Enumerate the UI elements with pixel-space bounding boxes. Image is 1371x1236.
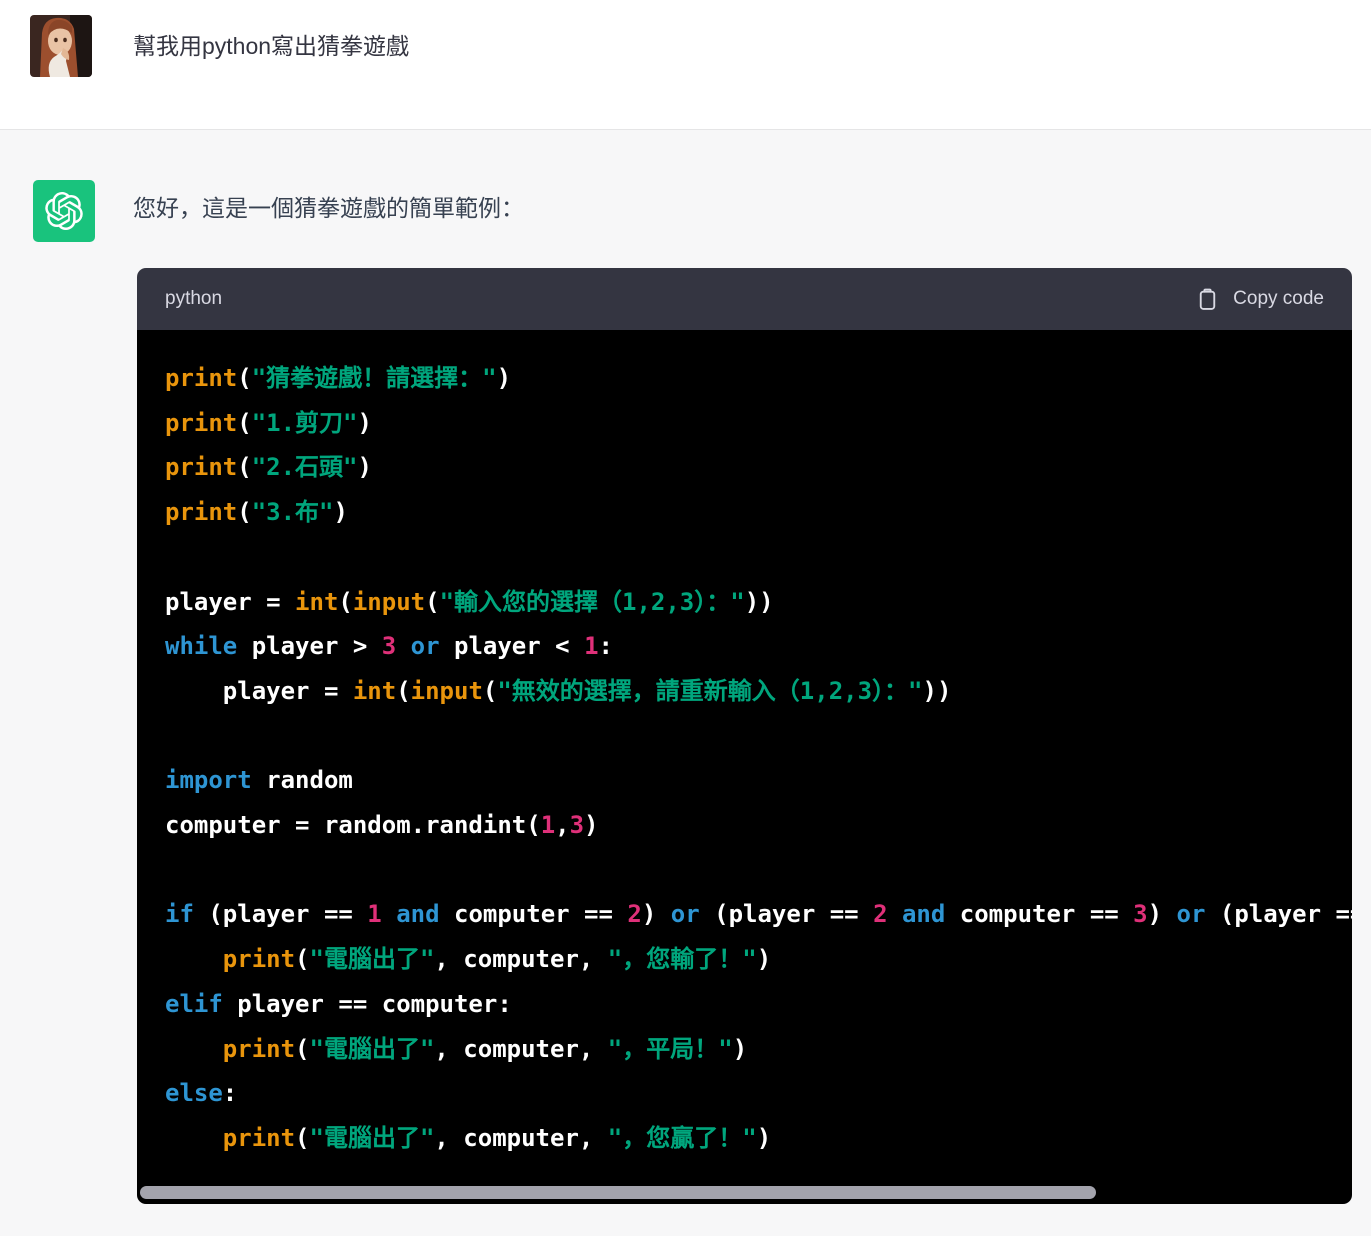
code-content: print("猜拳遊戲！請選擇：") print("1.剪刀") print("2.…: [165, 356, 1352, 1161]
code-line: print("3.布"): [165, 498, 348, 527]
code-line: print("電腦出了", computer, "，您贏了！"): [222, 1123, 772, 1152]
code-line: while player > 3 or player < 1:: [165, 632, 613, 661]
code-line: player = int(input("無效的選擇，請重新輸入（1,2,3）："…: [165, 676, 952, 705]
code-line: player = int(input("輸入您的選擇（1,2,3）：")): [165, 587, 774, 616]
code-line: print("2.石頭"): [165, 453, 372, 482]
code-line: print("電腦出了", computer, "，您輸了！"): [222, 945, 772, 974]
code-area: print("猜拳遊戲！請選擇：") print("1.剪刀") print("2.…: [137, 330, 1352, 1204]
code-line: elif player == computer:: [165, 989, 512, 1018]
openai-logo-icon: [45, 192, 83, 230]
copy-code-label: Copy code: [1233, 288, 1324, 309]
copy-code-button[interactable]: Copy code: [1195, 287, 1324, 312]
code-block: python Copy code print("猜拳遊戲！請選擇：") print…: [137, 268, 1352, 1204]
code-line: else:: [165, 1079, 238, 1108]
chatgpt-avatar: [33, 180, 95, 242]
user-photo: [30, 15, 92, 77]
user-avatar: [30, 15, 92, 77]
assistant-message-text: 您好，這是一個猜拳遊戲的簡單範例：: [133, 195, 524, 221]
assistant-message-section: 您好，這是一個猜拳遊戲的簡單範例： python Copy code print…: [0, 130, 1371, 1236]
horizontal-scrollbar-thumb[interactable]: [140, 1185, 1096, 1199]
code-line: print("電腦出了", computer, "，平局！"): [222, 1034, 748, 1063]
user-message-row: 幫我用python寫出猜拳遊戲: [0, 0, 1371, 130]
code-line: import random: [165, 766, 353, 795]
assistant-message-row: 您好，這是一個猜拳遊戲的簡單範例：: [0, 180, 1371, 242]
code-block-header: python Copy code: [137, 268, 1352, 330]
code-line: computer = random.randint(1,3): [165, 811, 599, 839]
user-message-text: 幫我用python寫出猜拳遊戲: [133, 33, 410, 59]
code-line: if (player == 1 and computer == 2) or (p…: [165, 900, 1352, 929]
code-language-label: python: [165, 288, 223, 309]
code-line: print("1.剪刀"): [165, 408, 372, 437]
code-line: print("猜拳遊戲！請選擇："): [165, 364, 512, 392]
clipboard-icon: [1199, 288, 1216, 310]
